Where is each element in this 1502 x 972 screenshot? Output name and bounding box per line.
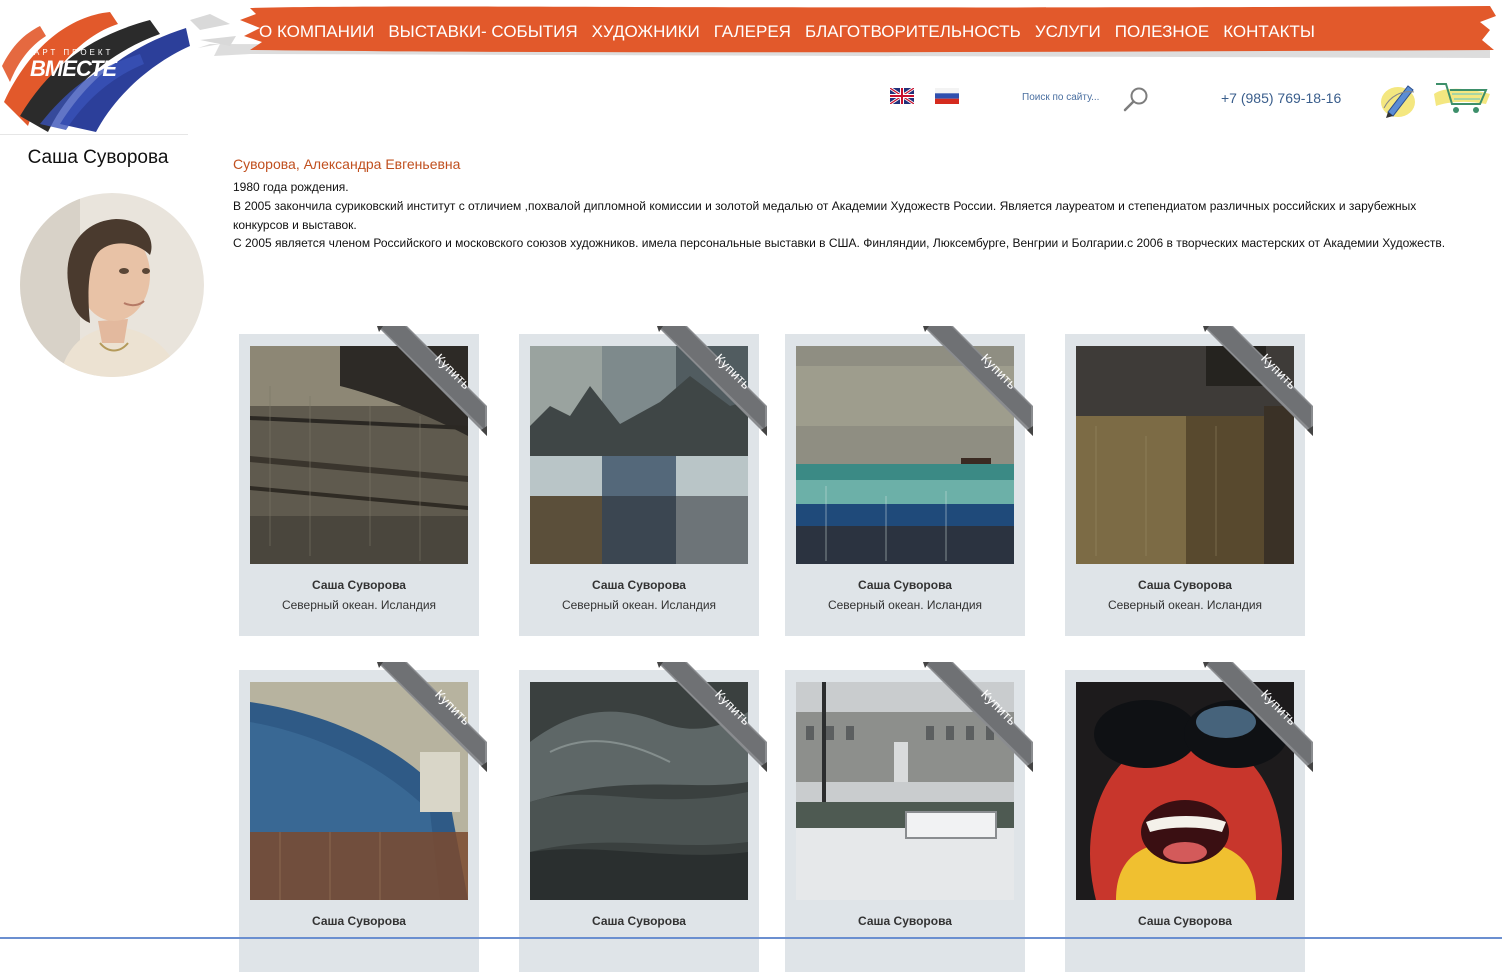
main-nav: О КОМПАНИИ ВЫСТАВКИ- СОБЫТИЯ ХУДОЖНИКИ Г… <box>252 18 1322 46</box>
nav-item-contacts[interactable]: КОНТАКТЫ <box>1216 22 1322 42</box>
buy-ribbon[interactable]: Купить <box>377 662 487 772</box>
card-artist: Саша Суворова <box>858 578 952 592</box>
card-artist: Саша Суворова <box>592 914 686 928</box>
pen-icon[interactable] <box>1378 78 1420 120</box>
artwork-card[interactable]: Купить Саша Суворова <box>519 662 767 972</box>
buy-ribbon[interactable]: Купить <box>923 662 1033 772</box>
card-title: Северный океан. Исландия <box>281 598 437 612</box>
card-title: Северный океан. Исландия <box>1107 598 1263 612</box>
artwork-card[interactable]: Купить Саша Суворова Северный океан. Исл… <box>519 326 767 636</box>
card-artist: Саша Суворова <box>858 914 952 928</box>
card-title: Северный океан. Исландия <box>561 598 717 612</box>
nav-item-exhibitions[interactable]: ВЫСТАВКИ- СОБЫТИЯ <box>381 22 584 42</box>
site-logo[interactable]: АРТ ПРОЕКТ ВМЕСТЕ <box>0 6 192 134</box>
nav-item-charity[interactable]: БЛАГОТВОРИТЕЛЬНОСТЬ <box>798 22 1028 42</box>
artwork-card[interactable]: Купить Саша Суворова Северный океан. Исл… <box>1065 326 1313 636</box>
bio-paragraph: 1980 года рождения. <box>233 180 349 194</box>
bio-paragraph: В 2005 закончила суриковский институт с … <box>233 198 1417 232</box>
sidebar-divider <box>0 134 188 135</box>
buy-ribbon[interactable]: Купить <box>1203 662 1313 772</box>
russia-flag-icon[interactable] <box>935 88 959 104</box>
nav-item-gallery[interactable]: ГАЛЕРЕЯ <box>707 22 798 42</box>
artist-avatar <box>20 193 204 377</box>
buy-ribbon[interactable]: Купить <box>1203 326 1313 436</box>
nav-item-useful[interactable]: ПОЛЕЗНОЕ <box>1108 22 1216 42</box>
buy-ribbon[interactable]: Купить <box>377 326 487 436</box>
cart-icon[interactable] <box>1430 76 1494 116</box>
artwork-card[interactable]: Купить Саша Суворова <box>785 662 1033 972</box>
card-artist: Саша Суворова <box>312 914 406 928</box>
uk-flag-icon[interactable] <box>890 88 914 104</box>
buy-ribbon[interactable]: Купить <box>657 326 767 436</box>
card-artist: Саша Суворова <box>1138 578 1232 592</box>
artwork-card[interactable]: Купить Саша Суворова Северный океан. Исл… <box>239 326 487 636</box>
buy-ribbon[interactable]: Купить <box>923 326 1033 436</box>
buy-ribbon[interactable]: Купить <box>657 662 767 772</box>
card-artist: Саша Суворова <box>312 578 406 592</box>
card-artist: Саша Суворова <box>1138 914 1232 928</box>
artwork-card[interactable]: Купить Саша Суворова <box>239 662 487 972</box>
search-box <box>1022 86 1152 112</box>
card-artist: Саша Суворова <box>592 578 686 592</box>
artist-bio: Суворова, Александра Евгеньевна 1980 год… <box>233 156 1453 253</box>
card-title: Северный океан. Исландия <box>827 598 983 612</box>
artist-name: Саша Суворова <box>27 147 169 168</box>
nav-item-artists[interactable]: ХУДОЖНИКИ <box>585 22 707 42</box>
artwork-card[interactable]: Купить Саша Суворова Северный океан. Исл… <box>785 326 1033 636</box>
nav-item-about[interactable]: О КОМПАНИИ <box>252 22 381 42</box>
search-icon[interactable] <box>1122 86 1150 112</box>
logo-title: ВМЕСТЕ <box>30 56 117 81</box>
bio-paragraph: С 2005 является членом Российского и мос… <box>233 236 1446 251</box>
artist-portrait-icon <box>20 193 204 377</box>
nav-item-services[interactable]: УСЛУГИ <box>1028 22 1108 42</box>
phone-link[interactable]: +7 (985) 769-18-16 <box>1221 90 1341 106</box>
artwork-card[interactable]: Купить Саша Суворова <box>1065 662 1313 972</box>
bio-title: Суворова, Александра Евгеньевна <box>233 156 461 172</box>
search-input[interactable] <box>1022 92 1118 103</box>
